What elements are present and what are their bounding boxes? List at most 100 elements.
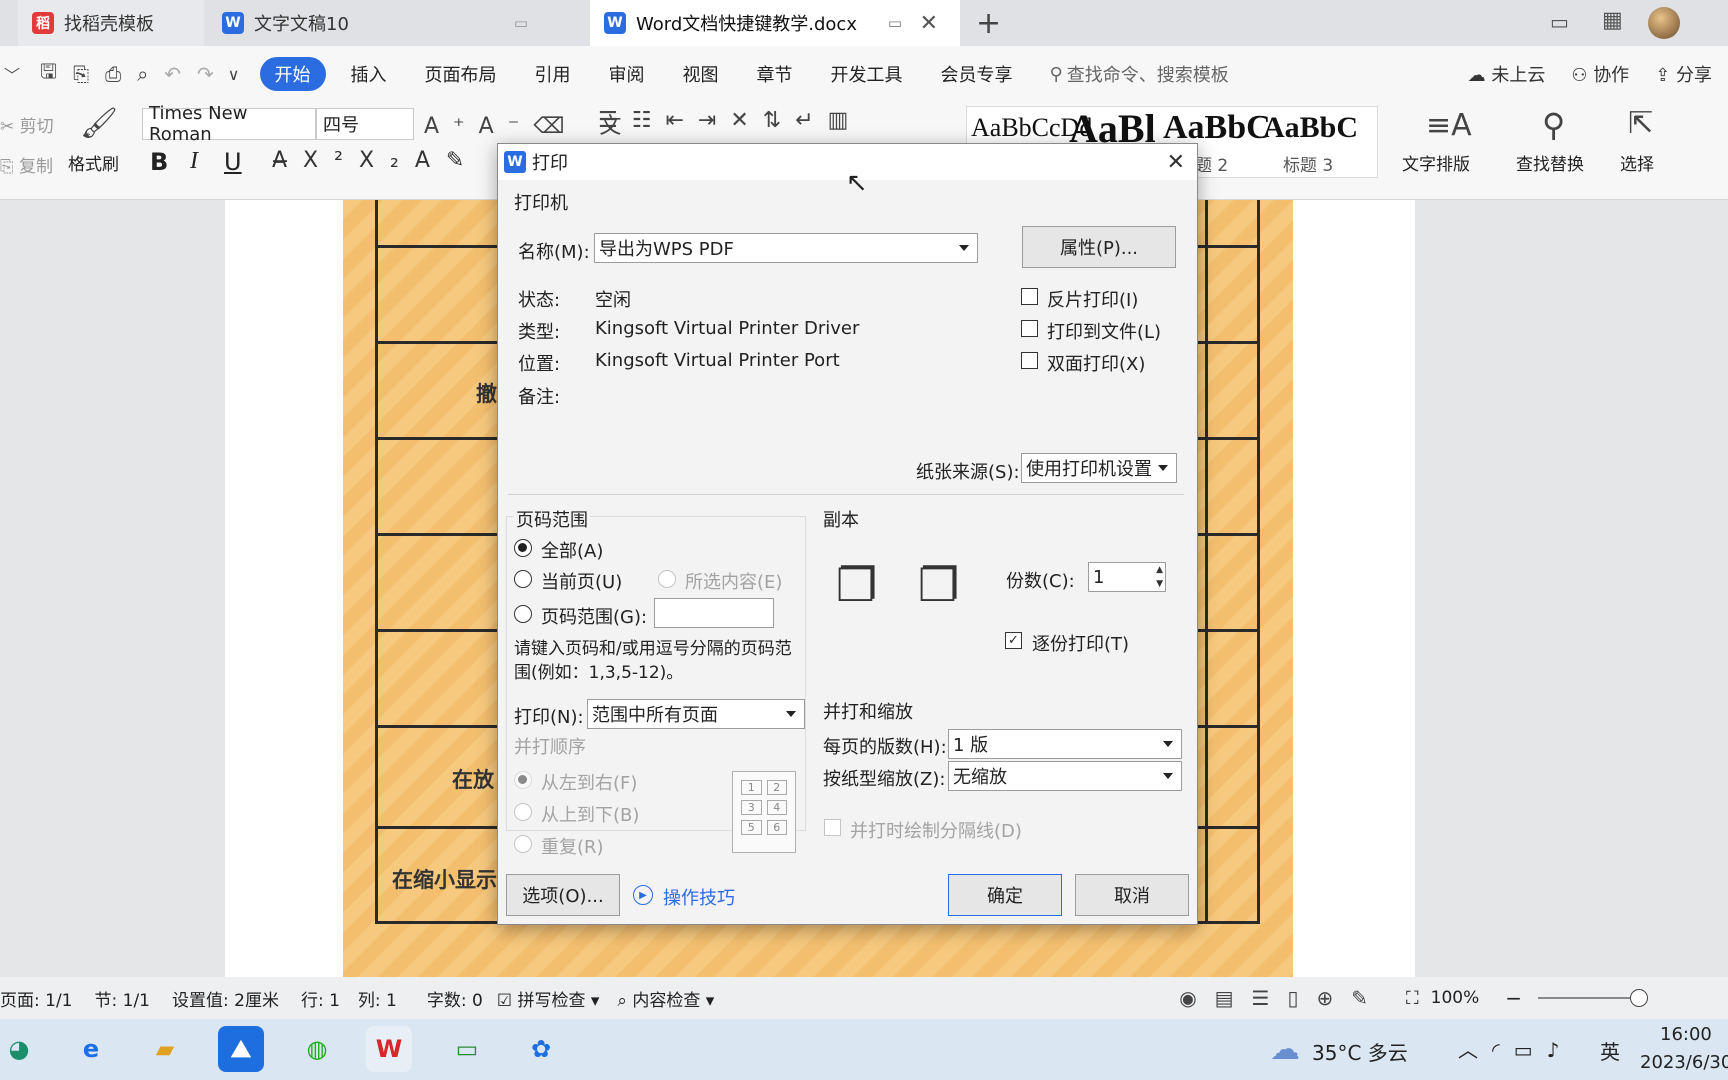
properties-button[interactable]: 属性(P)... (1022, 226, 1176, 268)
edge-icon[interactable]: ◕ (0, 1026, 42, 1072)
weather-text[interactable]: 35°C 多云 (1312, 1037, 1408, 1066)
new-tab-icon[interactable]: + (976, 6, 1001, 41)
ok-button[interactable]: 确定 (948, 874, 1062, 916)
font-size-select[interactable]: 四号 (316, 108, 414, 140)
zoom-slider-thumb[interactable] (1630, 989, 1648, 1007)
chevron-down-icon[interactable]: ﹀ (0, 62, 32, 86)
printer-name-select[interactable]: 导出为WPS PDF (594, 233, 978, 263)
docer-icon: 稻 (32, 12, 54, 34)
redo-icon[interactable]: ↷ (189, 62, 222, 86)
paper-source-select[interactable]: 使用打印机设置 (1021, 453, 1177, 483)
bold-button[interactable]: B (150, 148, 168, 176)
setting-indicator[interactable]: 设置值: 2厘米 (172, 986, 279, 1011)
per-page-select[interactable]: 1 版 (948, 729, 1182, 759)
copy-button[interactable]: ⎘ 复制 (0, 152, 53, 177)
file-explorer-icon[interactable]: ▰ (142, 1026, 188, 1072)
fit-window-icon[interactable]: ⛶ (1406, 988, 1419, 1009)
save-icon[interactable]: 🖫 (32, 57, 65, 91)
menu-layout[interactable]: 页面布局 (406, 61, 516, 87)
pin-icon[interactable]: ▭ (888, 14, 902, 32)
section-indicator[interactable]: 节: 1/1 (95, 986, 151, 1011)
format-painter-label[interactable]: 格式刷 (68, 150, 119, 175)
dropdown-arrow-icon (1163, 741, 1173, 747)
find-replace-button[interactable]: 查找替换 (1516, 150, 1584, 175)
menu-review[interactable]: 审阅 (590, 61, 664, 87)
menu-member[interactable]: 会员专享 (922, 61, 1032, 87)
current-page-radio[interactable] (514, 570, 532, 588)
zoom-level[interactable]: 100% (1431, 988, 1480, 1008)
paragraph-tools[interactable]: ☰☷⇤⇥✕⇅↵▥ (598, 108, 862, 133)
cloud-status[interactable]: ☁ 未上云 (1468, 61, 1546, 87)
all-pages-radio[interactable] (514, 539, 532, 557)
spinner-icon[interactable]: ▲ ▼ (1156, 563, 1163, 591)
clock-date[interactable]: 2023/6/30 (1640, 1052, 1728, 1073)
underline-button[interactable]: U (224, 148, 242, 176)
print-what-select[interactable]: 范围中所有页面 (587, 699, 805, 729)
typeset-button[interactable]: 文字排版 (1402, 150, 1470, 175)
share-button[interactable]: ⇪ 分享 (1655, 61, 1712, 87)
ime-indicator[interactable]: 英 (1600, 1036, 1620, 1065)
undo-icon[interactable]: ↶ (156, 62, 189, 86)
style-heading3[interactable]: AaBbC (1263, 111, 1358, 145)
range-section-title: 页码范围 (514, 506, 590, 532)
export-icon[interactable]: ⎘ (65, 62, 97, 86)
options-button[interactable]: 选项(O)... (506, 874, 620, 916)
style-heading2[interactable]: AaBbC (1163, 109, 1271, 147)
grid-apps-icon[interactable]: ▦ (1602, 8, 1623, 33)
close-icon[interactable]: ✕ (1167, 150, 1185, 175)
wechat-icon[interactable]: ◍ (294, 1026, 340, 1072)
avatar[interactable] (1648, 7, 1680, 39)
tray-icons[interactable]: ︿◜▭♪ (1458, 1034, 1573, 1063)
remote-app-icon[interactable]: ▭ (444, 1026, 490, 1072)
zoom-out-icon[interactable]: − (1505, 986, 1522, 1010)
select-button[interactable]: 选择 (1620, 150, 1654, 175)
window-layout-icon[interactable]: ▭ (1550, 10, 1569, 34)
tips-link[interactable]: 操作技巧 (663, 884, 735, 910)
collate-checkbox[interactable]: ✓ (1005, 632, 1022, 649)
menu-home[interactable]: 开始 (259, 57, 326, 91)
menu-devtools[interactable]: 开发工具 (812, 61, 922, 87)
menu-chapter[interactable]: 章节 (738, 61, 812, 87)
copies-input[interactable]: 1 ▲ ▼ (1088, 562, 1166, 592)
duplex-checkbox[interactable] (1021, 352, 1038, 369)
tab-doc10[interactable]: W 文字文稿10 ▭ (208, 0, 586, 46)
print-dialog: W 打印 ✕ 打印机 名称(M): 导出为WPS PDF 属性(P)... 状态… (497, 143, 1198, 925)
italic-button[interactable]: I (190, 148, 198, 175)
page-range-radio[interactable] (514, 605, 532, 623)
tab-docer[interactable]: 稻 找稻壳模板 (18, 0, 204, 46)
zoom-slider[interactable] (1538, 989, 1648, 1007)
page-range-input[interactable] (654, 598, 774, 628)
customize-icon[interactable]: ∨ (222, 65, 254, 84)
pin-icon[interactable]: ▭ (514, 14, 528, 32)
format-painter-icon[interactable]: 🖌 (80, 106, 118, 141)
tab-active-doc[interactable]: W Word文档快捷键教学.docx ▭ ✕ (590, 0, 960, 46)
page-indicator[interactable]: 页面: 1/1 (0, 986, 73, 1011)
content-check-button[interactable]: ⌕ 内容检查 ▾ (617, 986, 714, 1011)
collaborate-button[interactable]: ⚇ 协作 (1571, 61, 1629, 87)
view-mode-icons[interactable]: ◉▤☰▯⊕✎ (1179, 986, 1386, 1010)
print-to-file-checkbox[interactable] (1021, 320, 1038, 337)
find-replace-icon[interactable]: ⚲ (1542, 106, 1565, 144)
cancel-button[interactable]: 取消 (1075, 874, 1189, 916)
spell-check-button[interactable]: ☑ 拼写检查 ▾ (497, 986, 600, 1011)
scale-select[interactable]: 无缩放 (948, 761, 1182, 791)
menu-references[interactable]: 引用 (516, 61, 590, 87)
print-icon[interactable]: ⎙ (97, 62, 129, 86)
command-search-input[interactable]: 查找命令、搜索模板 (1067, 61, 1229, 87)
clock-time[interactable]: 16:00 (1660, 1024, 1712, 1045)
menu-insert[interactable]: 插入 (332, 61, 406, 87)
select-cursor-icon[interactable]: ⇱ (1628, 106, 1653, 141)
ie-icon[interactable]: e (68, 1026, 114, 1072)
reverse-print-checkbox[interactable] (1021, 288, 1038, 305)
font-name-select[interactable]: Times New Roman (142, 103, 316, 145)
photos-icon[interactable]: ⛰ (218, 1026, 264, 1072)
typeset-icon[interactable]: ≡A (1426, 108, 1472, 143)
print-preview-icon[interactable]: ⌕ (129, 62, 156, 86)
word-count[interactable]: 字数: 0 (427, 986, 483, 1011)
menu-view[interactable]: 视图 (664, 61, 738, 87)
wps-icon[interactable]: W (366, 1026, 412, 1072)
cloud-app-icon[interactable]: ✿ (518, 1026, 564, 1072)
cut-button[interactable]: ✂ 剪切 (0, 112, 54, 137)
close-tab-icon[interactable]: ✕ (920, 11, 938, 36)
text-effects-tools[interactable]: A̶X²X₂A✎ (272, 148, 480, 173)
